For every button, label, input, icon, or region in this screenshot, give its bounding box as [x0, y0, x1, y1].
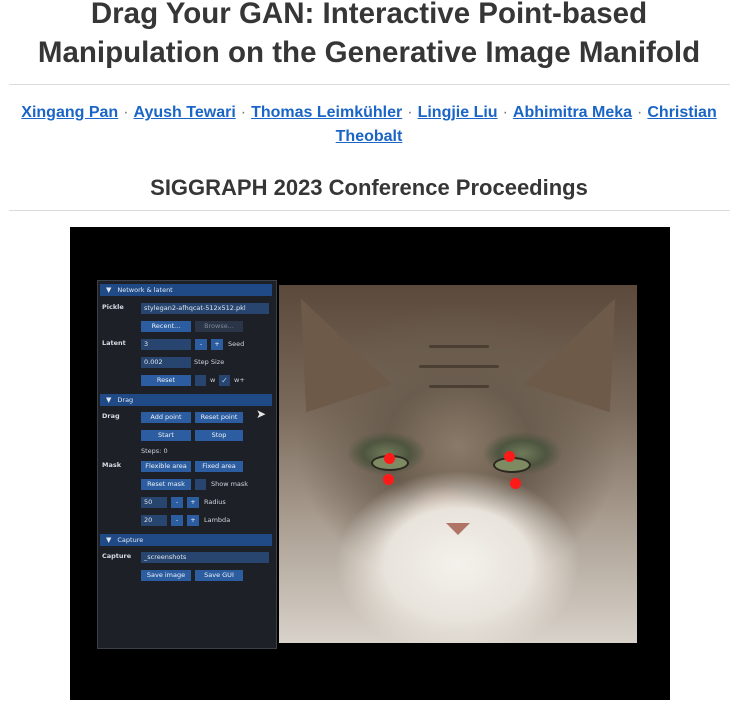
w-label: w	[210, 376, 216, 384]
author-link[interactable]: Lingjie Liu	[418, 104, 498, 121]
drag-label: Drag	[102, 412, 120, 420]
section-header-network[interactable]: ▼ Network & latent	[100, 284, 272, 296]
latent-field[interactable]: 3	[141, 339, 191, 350]
title-line-1: Drag Your GAN: Interactive Point-based	[90, 0, 648, 30]
seed-increment-button[interactable]: +	[211, 339, 223, 350]
lambda-decrement-button[interactable]: -	[171, 515, 183, 526]
step-size-label: Step Size	[194, 358, 225, 366]
section-header-label: Network & latent	[117, 286, 173, 294]
start-button[interactable]: Start	[141, 430, 191, 441]
cat-ear	[524, 285, 637, 413]
separator: ·	[502, 104, 508, 121]
handle-point[interactable]	[510, 478, 521, 489]
section-header-drag[interactable]: ▼ Drag	[100, 394, 272, 406]
w-checkbox[interactable]	[195, 375, 206, 386]
recent-button[interactable]: Recent...	[141, 321, 191, 332]
seed-label: Seed	[228, 340, 245, 348]
handle-point[interactable]	[504, 451, 515, 462]
cat-image-canvas[interactable]	[279, 285, 637, 643]
triangle-down-icon: ▼	[106, 536, 112, 544]
separator: ·	[240, 104, 247, 121]
show-mask-label: Show mask	[211, 480, 249, 488]
venue-heading: SIGGRAPH 2023 Conference Proceedings	[150, 175, 588, 200]
demo-video[interactable]: ▼ Network & latent Pickle stylegan2-afhqc…	[70, 227, 670, 700]
show-mask-checkbox[interactable]	[195, 479, 206, 490]
triangle-down-icon: ▼	[106, 286, 112, 294]
reset-point-button[interactable]: Reset point	[195, 412, 243, 423]
section-header-capture[interactable]: ▼ Capture	[100, 534, 272, 546]
separator: ·	[637, 104, 643, 121]
radius-label: Radius	[204, 498, 226, 506]
author-link[interactable]: Thomas Leimkühler	[251, 104, 402, 121]
radius-field[interactable]: 50	[141, 497, 167, 508]
mouse-cursor-icon: ➤	[256, 407, 267, 421]
step-size-field[interactable]: 0.002	[141, 357, 191, 368]
save-gui-button[interactable]: Save GUI	[195, 570, 243, 581]
cat-nose	[446, 523, 470, 535]
capture-label: Capture	[102, 552, 132, 560]
wplus-checkbox[interactable]: ✓	[219, 375, 230, 386]
pickle-label: Pickle	[102, 303, 124, 311]
checkmark-icon: ✓	[221, 376, 228, 385]
fur-stripe	[419, 365, 499, 368]
author-link[interactable]: Xingang Pan	[21, 104, 118, 121]
handle-point[interactable]	[383, 474, 394, 485]
reset-mask-button[interactable]: Reset mask	[141, 479, 191, 490]
fur-stripe	[429, 345, 489, 348]
divider	[9, 84, 730, 85]
save-image-button[interactable]: Save image	[141, 570, 191, 581]
fixed-area-button[interactable]: Fixed area	[195, 461, 243, 472]
capture-path-field[interactable]: _screenshots	[141, 552, 269, 563]
steps-counter: Steps: 0	[141, 447, 168, 455]
flexible-area-button[interactable]: Flexible area	[141, 461, 191, 472]
mask-label: Mask	[102, 461, 122, 469]
lambda-field[interactable]: 20	[141, 515, 167, 526]
reset-button[interactable]: Reset	[141, 375, 191, 386]
section-header-label: Drag	[117, 396, 134, 404]
separator: ·	[123, 104, 129, 121]
author-link[interactable]: Ayush Tewari	[134, 104, 236, 121]
pickle-field[interactable]: stylegan2-afhqcat-512x512.pkl	[141, 303, 269, 314]
handle-point[interactable]	[384, 453, 395, 464]
latent-label: Latent	[102, 339, 126, 347]
cat-ear	[279, 285, 392, 413]
divider	[9, 210, 730, 211]
author-list: Xingang Pan · Ayush Tewari · Thomas Leimkühl…	[20, 101, 718, 149]
title-line-2: Manipulation on the Generative Image Man…	[37, 36, 701, 69]
triangle-down-icon: ▼	[106, 396, 112, 404]
radius-decrement-button[interactable]: -	[171, 497, 183, 508]
stop-button[interactable]: Stop	[195, 430, 243, 441]
lambda-label: Lambda	[204, 516, 231, 524]
seed-decrement-button[interactable]: -	[195, 339, 207, 350]
add-point-button[interactable]: Add point	[141, 412, 191, 423]
lambda-increment-button[interactable]: +	[187, 515, 199, 526]
page-title: Drag Your GAN: Interactive Point-based M…	[0, 0, 738, 72]
wplus-label: w+	[234, 376, 245, 384]
separator: ·	[407, 104, 413, 121]
fur-stripe	[429, 385, 489, 388]
author-link[interactable]: Abhimitra Meka	[513, 104, 632, 121]
section-header-label: Capture	[117, 536, 144, 544]
radius-increment-button[interactable]: +	[187, 497, 199, 508]
gui-panel: ▼ Network & latent Pickle stylegan2-afhqc…	[97, 280, 277, 649]
browse-button[interactable]: Browse...	[195, 321, 243, 332]
